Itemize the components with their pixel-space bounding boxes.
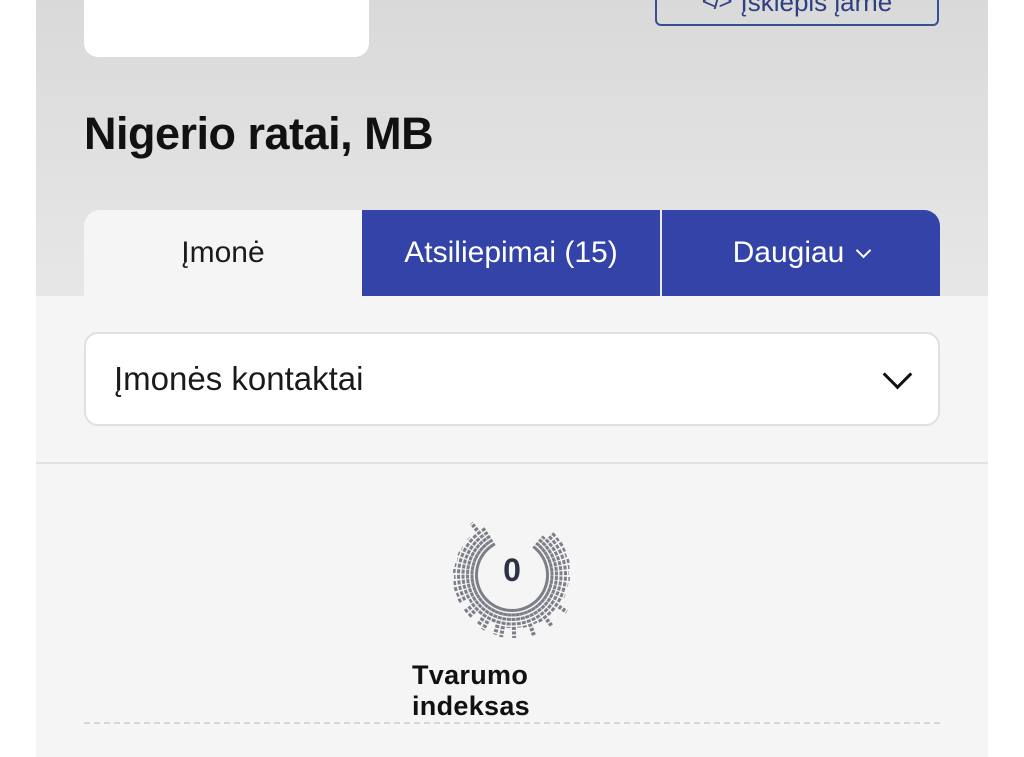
company-logo-card xyxy=(84,0,369,57)
company-hero: </> Įskiepis įarne Nigerio ratai, MB Įmo… xyxy=(36,0,988,296)
gauge-bar xyxy=(514,608,522,628)
tab-company[interactable]: Įmonė xyxy=(84,210,362,296)
company-contacts-dropdown[interactable]: Įmonės kontaktai xyxy=(84,332,940,426)
embed-widget-button[interactable]: </> Įskiepis įarne xyxy=(655,0,939,26)
page: </> Įskiepis įarne Nigerio ratai, MB Įmo… xyxy=(36,0,988,757)
tab-reviews-label: Atsiliepimai (15) xyxy=(404,236,618,269)
tab-more[interactable]: Daugiau xyxy=(662,210,940,296)
company-tabs: Įmonė Atsiliepimai (15) Daugiau xyxy=(84,210,940,296)
code-icon: </> xyxy=(701,0,733,15)
embed-widget-label: Įskiepis įarne xyxy=(740,0,893,17)
sustainability-gauge: 0 xyxy=(442,500,582,650)
dashed-separator xyxy=(84,722,940,724)
sustainability-index: 0 Tvarumo indeksas xyxy=(412,500,612,722)
chevron-down-icon xyxy=(856,242,872,258)
company-name: Nigerio ratai, MB xyxy=(84,108,434,159)
sustainability-label: Tvarumo indeksas xyxy=(412,660,530,721)
tab-more-label: Daugiau xyxy=(732,236,845,269)
gauge-bar xyxy=(506,608,512,629)
chevron-down-icon xyxy=(882,359,913,389)
sustainability-value: 0 xyxy=(503,552,521,588)
tab-company-label: Įmonė xyxy=(181,236,265,269)
section-divider xyxy=(36,462,988,464)
company-contacts-label: Įmonės kontaktai xyxy=(114,360,364,397)
gauge-bar xyxy=(511,608,517,639)
tab-reviews[interactable]: Atsiliepimai (15) xyxy=(362,210,662,296)
